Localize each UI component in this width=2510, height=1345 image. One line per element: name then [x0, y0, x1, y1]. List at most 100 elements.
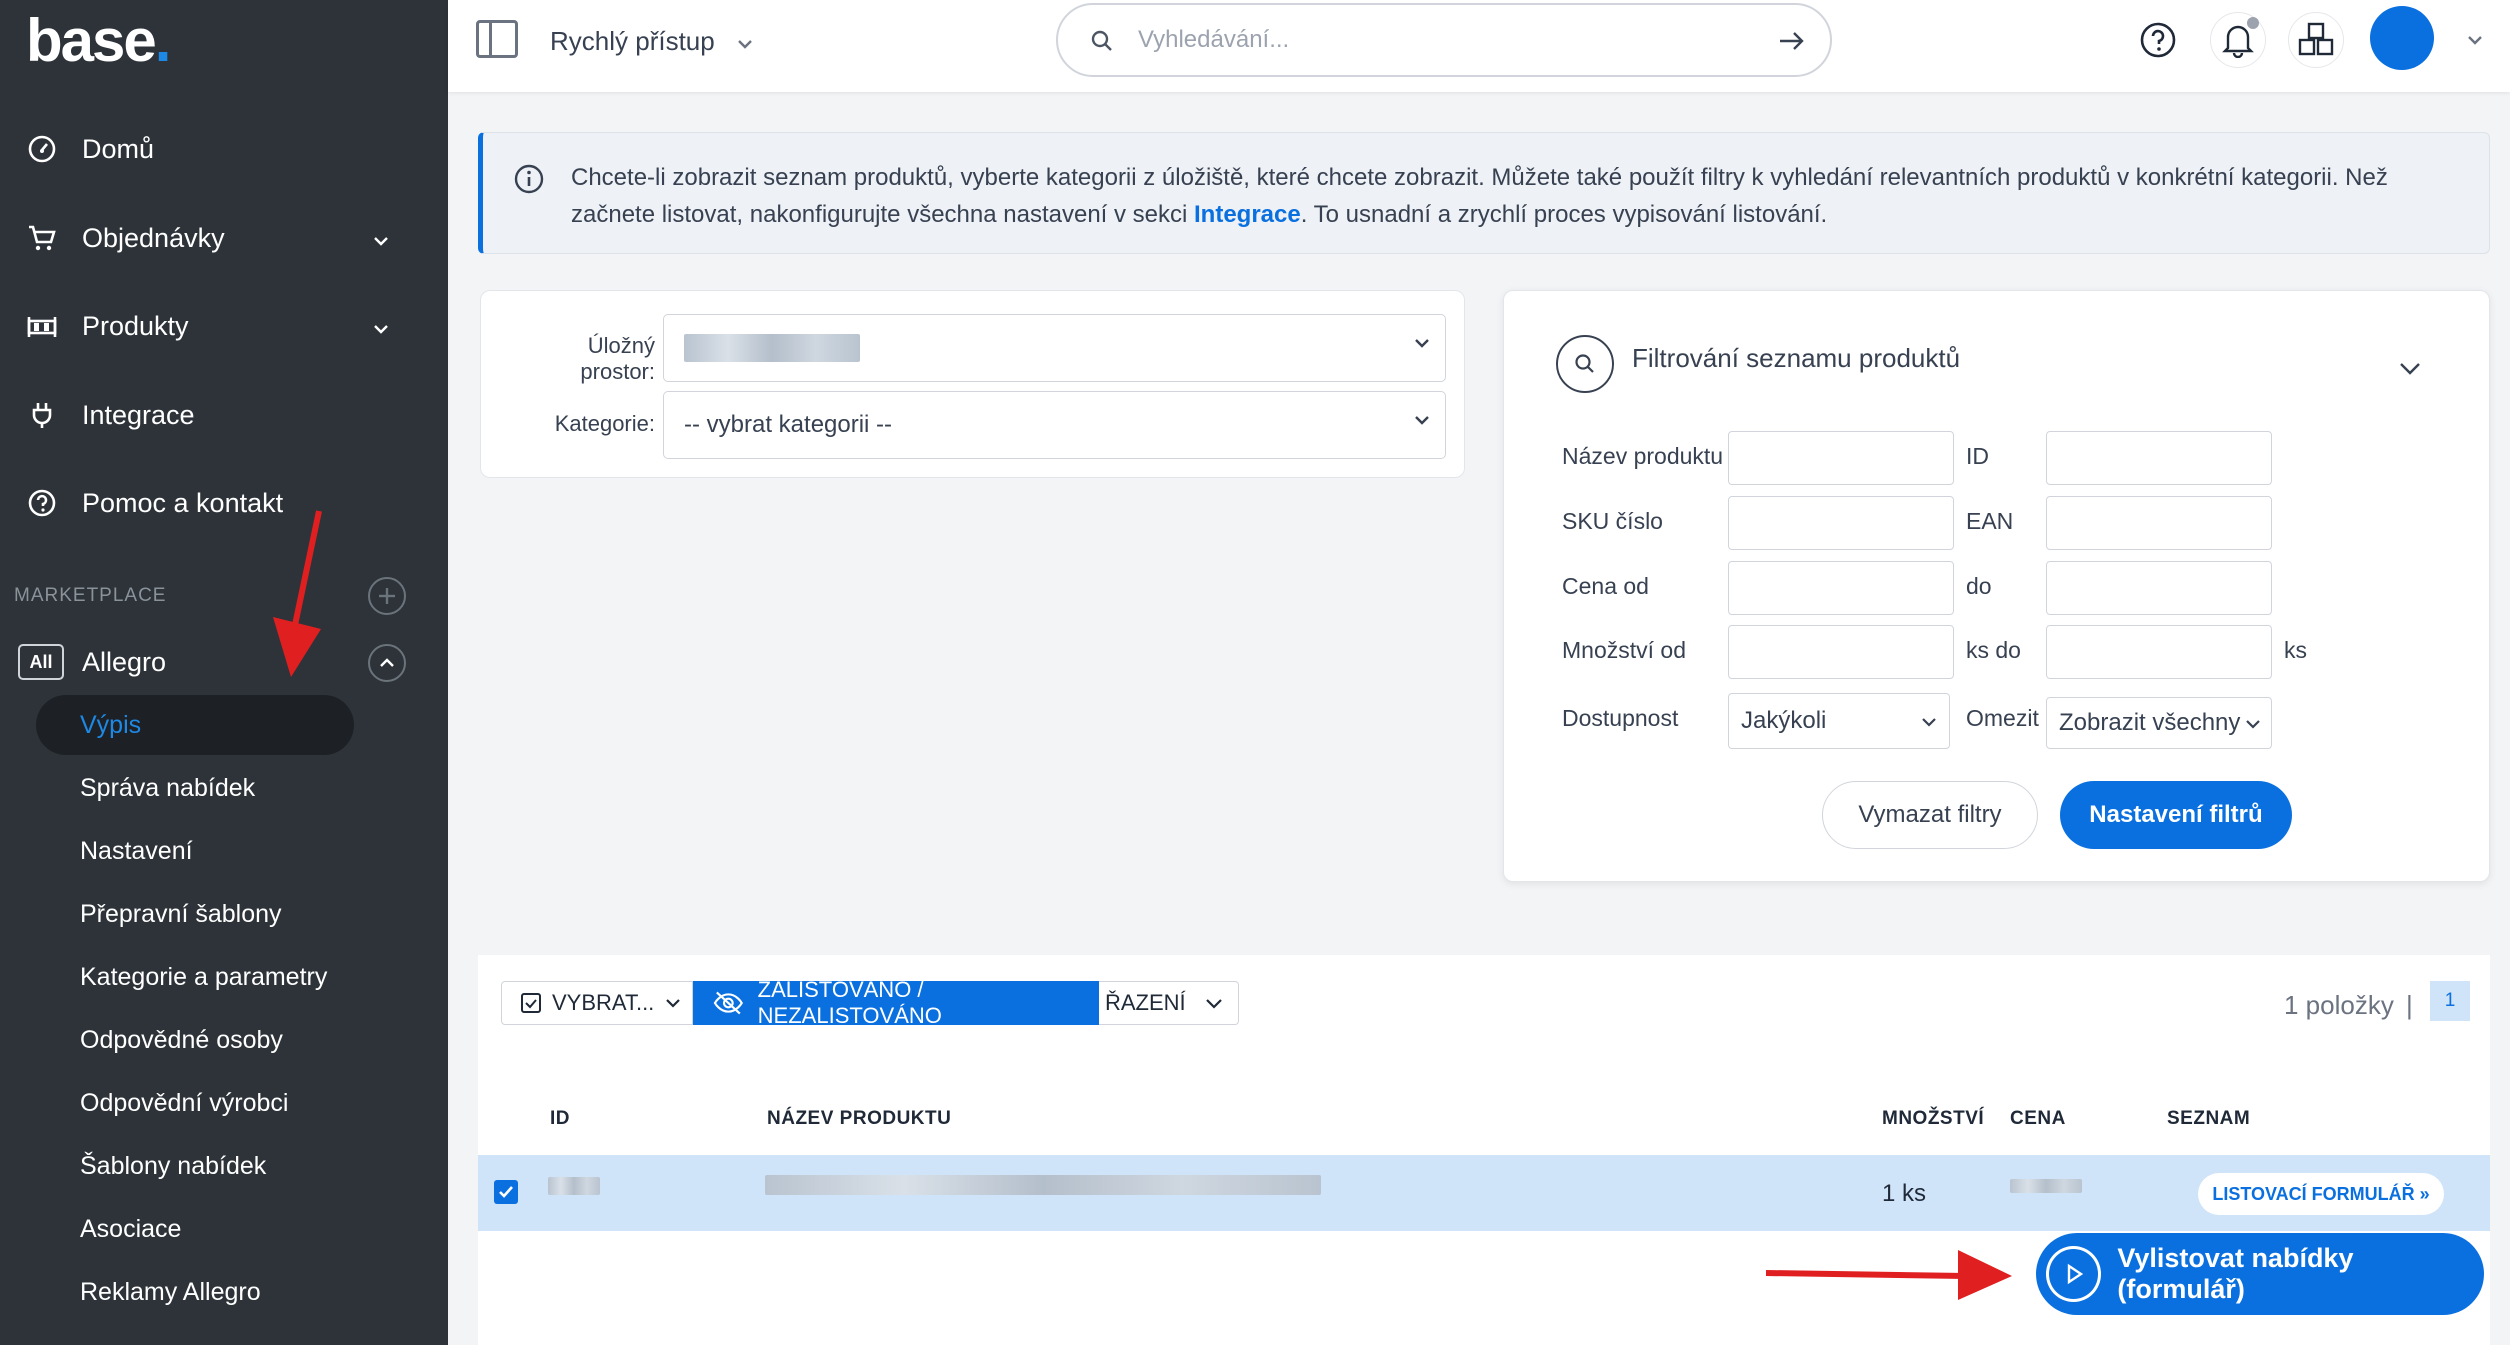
sidebar-subitem-categories[interactable]: Kategorie a parametry [80, 963, 327, 992]
ean-label: EAN [1966, 508, 2014, 534]
search-bar [1056, 3, 1832, 77]
chevron-down-icon [1922, 718, 1936, 727]
annotation-arrow-icon [273, 510, 322, 677]
filter-settings-button[interactable]: Nastavení filtrů [2060, 781, 2292, 849]
pagination-separator: | [2406, 990, 2413, 1020]
base-logo[interactable]: base. [26, 6, 171, 75]
sku-input[interactable] [1728, 496, 1954, 550]
checkmark-icon [499, 1186, 513, 1198]
integrations-link[interactable]: Integrace [1194, 201, 1301, 228]
redacted-product-name [765, 1175, 1321, 1195]
avatar[interactable] [2370, 6, 2434, 70]
apps-button[interactable] [2288, 12, 2344, 68]
chevron-down-icon [666, 999, 681, 1008]
annotation-arrow-icon [1765, 1250, 2012, 1300]
price-to-label: do [1966, 573, 1992, 599]
quick-access-menu[interactable]: Rychlý přístup [550, 26, 754, 57]
chevron-down-icon [738, 40, 752, 49]
sidebar-subitem-responsible-persons[interactable]: Odpovědné osoby [80, 1026, 283, 1055]
info-icon [514, 164, 544, 194]
arrow-right-icon[interactable] [1776, 29, 1808, 53]
column-header-qty[interactable]: MNOŽSTVÍ [1882, 1108, 1984, 1130]
chevron-down-icon [1415, 416, 1429, 425]
sidebar-subitem-listing[interactable]: Výpis [80, 711, 141, 740]
sidebar-item-label: Produkty [82, 310, 189, 341]
sort-dropdown-button[interactable]: ŘAZENÍ [1099, 981, 1239, 1025]
qty-unit-label: ks [2284, 637, 2307, 663]
play-icon [2046, 1246, 2102, 1302]
sidebar-subitem-ads[interactable]: Reklamy Allegro [80, 1278, 261, 1307]
price-from-input[interactable] [1728, 561, 1954, 615]
availability-label: Dostupnost [1562, 705, 1679, 731]
availability-select[interactable]: Jakýkoli [1728, 693, 1950, 749]
sidebar-subitem-offers[interactable]: Správa nabídek [80, 774, 255, 803]
qty-to-input[interactable] [2046, 625, 2272, 679]
id-label: ID [1966, 443, 1989, 469]
chevron-down-icon [372, 223, 390, 254]
column-header-id[interactable]: ID [550, 1108, 570, 1130]
dashboard-icon [26, 133, 58, 165]
ean-input[interactable] [2046, 496, 2272, 550]
chevron-down-icon[interactable] [2466, 34, 2484, 46]
collapse-button[interactable] [368, 644, 406, 682]
price-to-input[interactable] [2046, 561, 2272, 615]
sidebar-item-label: Integrace [82, 399, 195, 430]
sidebar-item-home[interactable]: Domů [0, 119, 448, 179]
chevron-down-icon [372, 311, 390, 342]
sku-label: SKU číslo [1562, 508, 1663, 534]
category-select[interactable]: -- vybrat kategorii -- [663, 391, 1446, 459]
sidebar-item-label: Domů [82, 133, 155, 164]
marketplace-allegro[interactable]: All Allegro [18, 640, 166, 684]
page-number-button[interactable]: 1 [2430, 981, 2470, 1021]
column-header-name[interactable]: NÁZEV PRODUKTU [767, 1108, 951, 1130]
section-label-marketplace: MARKETPLACE [14, 585, 167, 606]
product-name-input[interactable] [1728, 431, 1954, 485]
column-header-list[interactable]: SEZNAM [2167, 1108, 2250, 1130]
storage-card: Úložný prostor: Kategorie: -- vybrat kate… [480, 290, 1465, 478]
info-alert: Chcete-li zobrazit seznam produktů, vybe… [478, 132, 2490, 254]
chevron-down-icon [1205, 999, 1222, 1009]
sidebar-subitem-associations[interactable]: Asociace [80, 1215, 181, 1244]
help-icon [2140, 22, 2176, 58]
sidebar-toggle-icon[interactable] [476, 20, 518, 58]
filter-card: Filtrování seznamu produktů Název produk… [1503, 290, 2490, 882]
sidebar: base. Domů Objednávky Produkty Integrace… [0, 0, 448, 1345]
plug-icon [26, 399, 58, 431]
select-dropdown-button[interactable]: VYBRAT... [501, 981, 693, 1025]
listing-form-button[interactable]: LISTOVACÍ FORMULÁŘ » [2198, 1173, 2444, 1215]
product-name-label: Název produktu [1562, 443, 1724, 469]
sidebar-item-orders[interactable]: Objednávky [0, 208, 448, 268]
add-marketplace-button[interactable] [368, 577, 406, 615]
sidebar-subitem-offer-templates[interactable]: Šablony nabídek [80, 1152, 266, 1181]
sidebar-subitem-settings[interactable]: Nastavení [80, 837, 193, 866]
limit-label: Omezit [1966, 705, 2039, 731]
chevron-down-icon [1415, 339, 1429, 348]
search-input[interactable] [1138, 19, 1738, 61]
chevron-up-icon [380, 658, 394, 667]
sidebar-subitem-manufacturers[interactable]: Odpovědní výrobci [80, 1089, 288, 1118]
id-input[interactable] [2046, 431, 2272, 485]
topbar: Rychlý přístup [448, 0, 2510, 92]
column-header-price[interactable]: CENA [2010, 1108, 2066, 1130]
clear-filters-button[interactable]: Vymazat filtry [1822, 781, 2038, 849]
chevron-down-icon[interactable] [2398, 361, 2422, 377]
sidebar-subitem-shipping-templates[interactable]: Přepravní šablony [80, 900, 282, 929]
list-offers-form-button[interactable]: Vylistovat nabídky (formulář) [2036, 1233, 2484, 1315]
sidebar-item-integrations[interactable]: Integrace [0, 385, 448, 445]
redacted-value [684, 334, 860, 362]
filter-search-icon [1556, 335, 1614, 393]
category-label: Kategorie: [554, 411, 655, 436]
notification-dot [2247, 17, 2259, 29]
chevron-down-icon [2246, 720, 2260, 729]
price-from-label: Cena od [1562, 573, 1649, 599]
listed-filter-button[interactable]: ZALISTOVÁNO / NEZALISTOVÁNO [693, 977, 1099, 1028]
eye-off-icon [713, 991, 743, 1015]
row-checkbox[interactable] [494, 1180, 518, 1204]
notifications-button[interactable] [2210, 12, 2266, 68]
limit-select[interactable]: Zobrazit všechny [2046, 697, 2272, 749]
sidebar-item-products[interactable]: Produkty [0, 296, 448, 356]
qty-from-input[interactable] [1728, 625, 1954, 679]
help-button[interactable] [2130, 12, 2186, 68]
sidebar-item-help[interactable]: Pomoc a kontakt [0, 473, 448, 533]
storage-select[interactable] [663, 314, 1446, 382]
